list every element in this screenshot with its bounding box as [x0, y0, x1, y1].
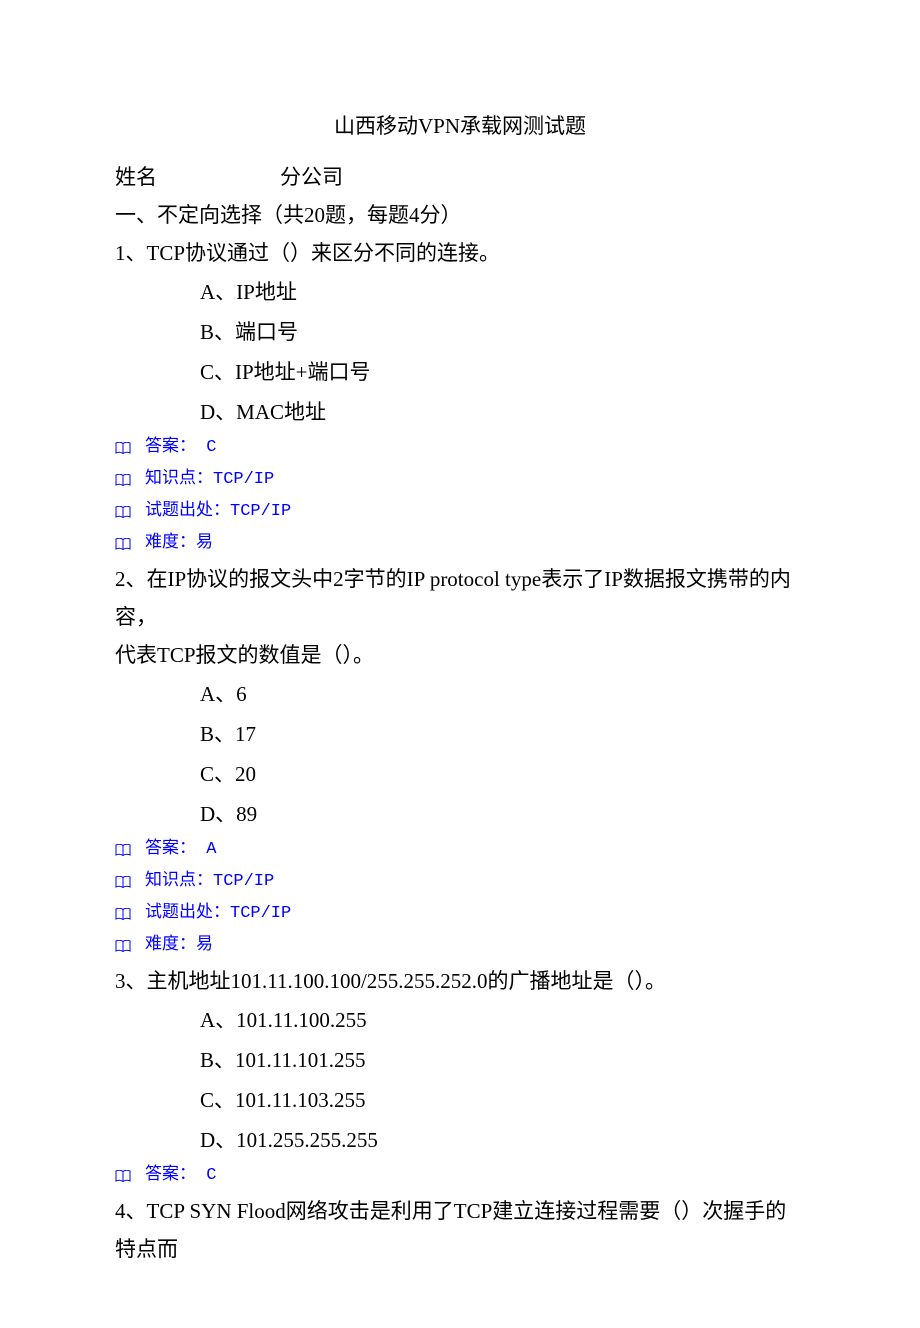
question-stem: 2、在IP协议的报文头中2字节的IP protocol type表示了IP数据报…	[115, 560, 805, 636]
difficulty-text: 难度：易	[145, 930, 213, 962]
book-icon	[115, 474, 131, 487]
header-row: 姓名 分公司	[115, 158, 805, 196]
option-b: B、端口号	[200, 312, 805, 352]
knowledge-line: 知识点：TCP/IP	[115, 866, 805, 898]
answer-line: 答案： A	[115, 834, 805, 866]
book-icon	[115, 506, 131, 519]
answer-line: 答案： C	[115, 1160, 805, 1192]
book-icon	[115, 876, 131, 889]
option-b: B、101.11.101.255	[200, 1040, 805, 1080]
branch-label: 分公司	[280, 158, 343, 196]
answer-line: 答案： C	[115, 432, 805, 464]
book-icon	[115, 442, 131, 455]
option-c: C、20	[200, 754, 805, 794]
source-text: 试题出处：TCP/IP	[145, 898, 291, 930]
question-stem: 4、TCP SYN Flood网络攻击是利用了TCP建立连接过程需要（）次握手的…	[115, 1192, 805, 1268]
knowledge-text: 知识点：TCP/IP	[145, 464, 274, 496]
option-a: A、6	[200, 674, 805, 714]
answer-text: 答案： C	[145, 432, 216, 464]
question-stem: 3、主机地址101.11.100.100/255.255.252.0的广播地址是…	[115, 962, 805, 1000]
option-a: A、101.11.100.255	[200, 1000, 805, 1040]
book-icon	[115, 908, 131, 921]
question-stem: 1、TCP协议通过（）来区分不同的连接。	[115, 234, 805, 272]
difficulty-line: 难度：易	[115, 930, 805, 962]
answer-text: 答案： A	[145, 834, 216, 866]
source-line: 试题出处：TCP/IP	[115, 898, 805, 930]
option-d: D、101.255.255.255	[200, 1120, 805, 1160]
option-c: C、101.11.103.255	[200, 1080, 805, 1120]
document-title: 山西移动VPN承载网测试题	[115, 110, 805, 140]
answer-text: 答案： C	[145, 1160, 216, 1192]
book-icon	[115, 1170, 131, 1183]
book-icon	[115, 844, 131, 857]
knowledge-text: 知识点：TCP/IP	[145, 866, 274, 898]
name-label: 姓名	[115, 158, 280, 196]
knowledge-line: 知识点：TCP/IP	[115, 464, 805, 496]
document-page: 山西移动VPN承载网测试题 姓名 分公司 一、不定向选择（共20题，每题4分） …	[0, 0, 920, 1328]
option-list: A、6 B、17 C、20 D、89	[200, 674, 805, 834]
option-c: C、IP地址+端口号	[200, 352, 805, 392]
option-list: A、101.11.100.255 B、101.11.101.255 C、101.…	[200, 1000, 805, 1160]
source-text: 试题出处：TCP/IP	[145, 496, 291, 528]
option-d: D、MAC地址	[200, 392, 805, 432]
difficulty-text: 难度：易	[145, 528, 213, 560]
option-a: A、IP地址	[200, 272, 805, 312]
question-stem-cont: 代表TCP报文的数值是（）。	[115, 636, 805, 674]
option-d: D、89	[200, 794, 805, 834]
book-icon	[115, 538, 131, 551]
option-list: A、IP地址 B、端口号 C、IP地址+端口号 D、MAC地址	[200, 272, 805, 432]
option-b: B、17	[200, 714, 805, 754]
difficulty-line: 难度：易	[115, 528, 805, 560]
source-line: 试题出处：TCP/IP	[115, 496, 805, 528]
book-icon	[115, 940, 131, 953]
section-heading: 一、不定向选择（共20题，每题4分）	[115, 196, 805, 234]
